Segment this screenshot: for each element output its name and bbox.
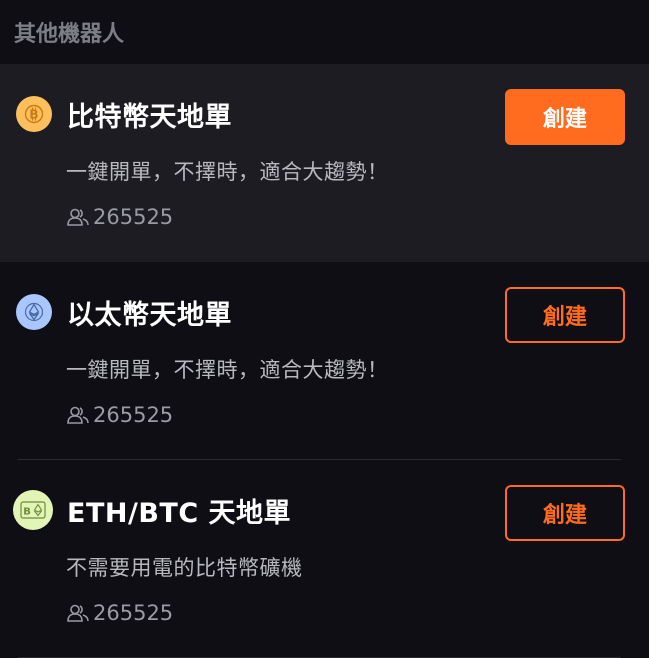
robot-description: 一鍵開單，不擇時，適合大趨勢！ — [66, 358, 389, 382]
robot-title-row: 以太幣天地單 — [16, 294, 232, 331]
bitcoin-icon: B — [16, 96, 52, 132]
robot-title-row: B 比特幣天地單 — [16, 96, 232, 133]
robot-title-row: B ETH/BTC 天地單 — [13, 490, 292, 530]
robot-user-count: 265525 — [66, 402, 173, 428]
robot-title: 比特幣天地單 — [67, 101, 232, 133]
robot-description: 不需要用電的比特幣礦機 — [66, 556, 303, 580]
robot-card-btc[interactable]: B 比特幣天地單 一鍵開單，不擇時，適合大趨勢！ 265525 創建 — [0, 64, 649, 262]
user-count-value: 265525 — [93, 601, 174, 625]
robot-description: 一鍵開單，不擇時，適合大趨勢！ — [66, 160, 389, 184]
user-count-value: 265525 — [93, 403, 174, 427]
robot-title: 以太幣天地單 — [67, 299, 232, 331]
robot-title: ETH/BTC 天地單 — [67, 497, 292, 529]
users-icon — [67, 208, 89, 226]
eth-btc-icon: B — [13, 490, 53, 530]
robot-card-eth-btc[interactable]: B ETH/BTC 天地單 不需要用電的比特幣礦機 265525 創建 — [0, 460, 649, 658]
robot-user-count: 265525 — [66, 600, 173, 626]
create-button-btc[interactable]: 創建 — [505, 89, 625, 145]
svg-text:B: B — [29, 108, 38, 122]
user-count-value: 265525 — [93, 205, 174, 229]
section-title: 其他機器人 — [14, 22, 125, 47]
create-button-eth-btc[interactable]: 創建 — [505, 485, 625, 541]
robot-card-eth[interactable]: 以太幣天地單 一鍵開單，不擇時，適合大趨勢！ 265525 創建 — [0, 262, 649, 460]
users-icon — [67, 406, 89, 424]
svg-text:B: B — [23, 507, 31, 518]
users-icon — [67, 604, 89, 622]
robot-user-count: 265525 — [66, 204, 173, 230]
create-button-eth[interactable]: 創建 — [505, 287, 625, 343]
ethereum-icon — [16, 294, 52, 330]
